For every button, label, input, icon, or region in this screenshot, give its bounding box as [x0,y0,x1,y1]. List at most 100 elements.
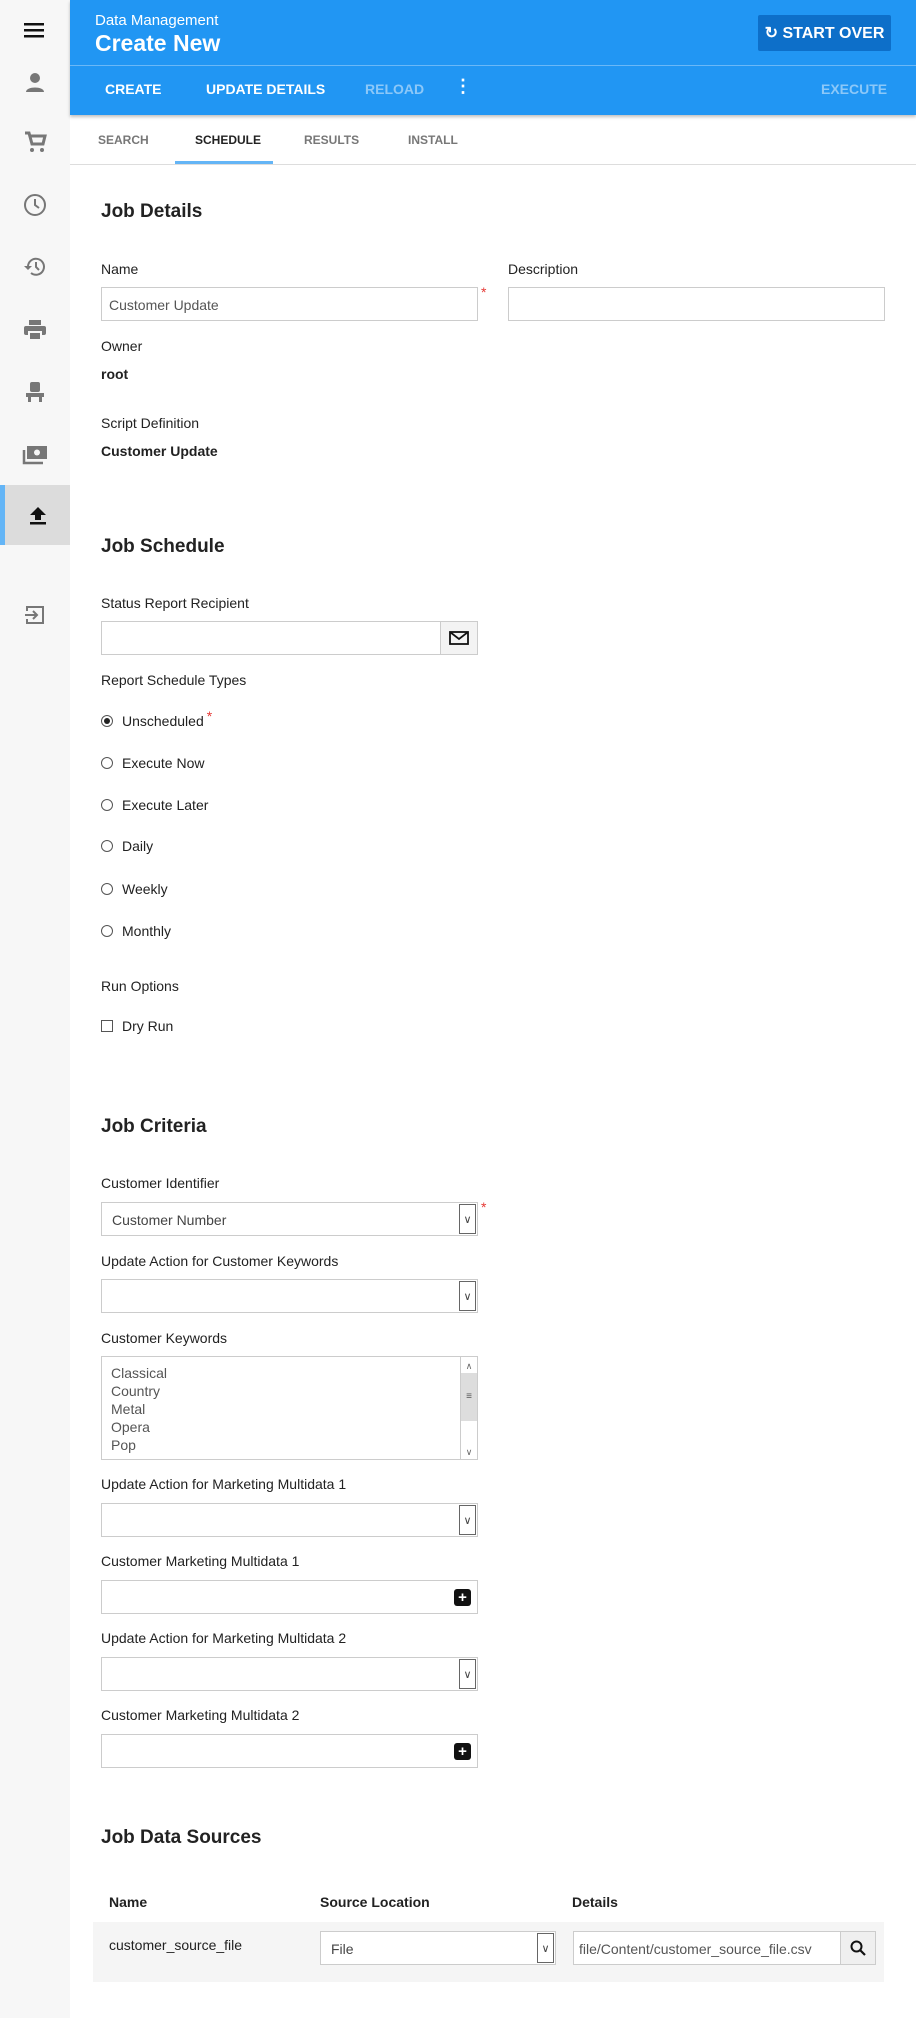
schedule-types-label: Report Schedule Types [101,672,247,688]
list-item[interactable]: Classical [111,1364,468,1382]
select-value: Customer Number [112,1212,227,1228]
radio-icon [101,799,113,811]
scroll-up-icon[interactable]: ∧ [461,1357,477,1373]
radio-icon [101,840,113,852]
owner-value: root [101,366,129,382]
column-header: Name [109,1894,148,1910]
history-icon[interactable] [0,237,70,297]
radio-label: Unscheduled [122,713,204,729]
required-marker: * [481,1199,487,1215]
app-header: Data Management Create New ↻ START OVER … [70,0,916,115]
section-title: Job Criteria [101,1116,207,1137]
update-details-button[interactable]: UPDATE DETAILS [206,81,325,97]
description-label: Description [508,261,579,277]
radio-execute-now[interactable]: Execute Now [101,755,204,771]
mm1-input[interactable]: + [101,1580,478,1614]
mm2-input[interactable]: + [101,1734,478,1768]
list-item[interactable]: Metal [111,1400,468,1418]
list-item[interactable]: Pop [111,1436,468,1454]
list-item[interactable]: Opera [111,1418,468,1436]
source-name: customer_source_file [109,1937,243,1953]
list-item[interactable]: Country [111,1382,468,1400]
sidebar [0,0,70,2018]
select-value: File [331,1941,354,1957]
tab-bar: SEARCH SCHEDULE RESULTS INSTALL [70,115,916,165]
keywords-listbox[interactable]: Classical Country Metal Opera Pop ∧ ≡ ∨ [101,1356,478,1460]
script-definition-label: Script Definition [101,415,200,431]
radio-icon [101,757,113,769]
tab-results[interactable]: RESULTS [304,133,359,147]
kw-action-select[interactable]: ∨ [101,1279,478,1313]
radio-label: Daily [122,838,154,854]
mm2-action-label: Update Action for Marketing Multidata 2 [101,1630,347,1646]
owner-label: Owner [101,338,143,354]
radio-daily[interactable]: Daily [101,838,153,854]
radio-monthly[interactable]: Monthly [101,923,171,939]
tab-schedule[interactable]: SCHEDULE [195,133,261,147]
mm1-label: Customer Marketing Multidata 1 [101,1553,300,1569]
add-icon[interactable]: + [454,1743,471,1760]
script-definition-value: Customer Update [101,443,218,459]
more-vert-icon[interactable]: ⋮ [454,76,472,97]
radio-unscheduled[interactable]: Unscheduled * [101,708,212,729]
active-tab-indicator [175,161,273,164]
identifier-label: Customer Identifier [101,1175,220,1191]
print-icon[interactable] [0,300,70,360]
radio-icon [101,883,113,895]
radio-label: Execute Now [122,755,205,771]
mm2-action-select[interactable]: ∨ [101,1657,478,1691]
radio-label: Weekly [122,881,168,897]
search-icon[interactable] [840,1931,876,1965]
menu-icon[interactable] [0,0,70,60]
scrollbar[interactable]: ∧ ≡ ∨ [460,1357,477,1459]
column-header: Source Location [320,1894,430,1910]
upload-icon[interactable] [0,485,70,545]
dry-run-checkbox[interactable]: Dry Run [101,1018,173,1034]
run-options-label: Run Options [101,978,179,994]
divider [70,65,916,66]
mail-icon[interactable] [440,621,478,655]
kw-action-label: Update Action for Customer Keywords [101,1253,339,1269]
table-row: customer_source_file File ∨ file/Content/… [93,1922,884,1982]
refresh-icon: ↻ [764,25,783,42]
keywords-label: Customer Keywords [101,1330,228,1346]
radio-execute-later[interactable]: Execute Later [101,797,208,813]
chevron-down-icon: ∨ [459,1281,476,1311]
details-input[interactable]: file/Content/customer_source_file.csv [573,1931,841,1965]
money-icon[interactable] [0,425,70,485]
logout-icon[interactable] [0,585,70,645]
radio-label: Monthly [122,923,172,939]
description-input[interactable] [508,287,885,321]
start-over-button[interactable]: ↻ START OVER [758,15,891,51]
section-title: Job Schedule [101,536,225,557]
seat-icon[interactable] [0,362,70,422]
scroll-down-icon[interactable]: ∨ [461,1443,477,1459]
radio-icon [101,925,113,937]
execute-button[interactable]: EXECUTE [821,81,887,97]
column-header: Details [572,1894,618,1910]
add-icon[interactable]: + [454,1589,471,1606]
start-over-label: START OVER [782,25,885,42]
chevron-down-icon: ∨ [537,1933,554,1963]
checkbox-icon [101,1020,113,1032]
tab-install[interactable]: INSTALL [408,133,458,147]
radio-weekly[interactable]: Weekly [101,881,168,897]
chevron-down-icon: ∨ [459,1505,476,1535]
chevron-down-icon: ∨ [459,1204,476,1234]
section-title: Job Data Sources [101,1827,262,1848]
required-marker: * [206,708,213,724]
tab-search[interactable]: SEARCH [98,133,149,147]
create-button[interactable]: CREATE [105,81,162,97]
clock-icon[interactable] [0,175,70,235]
reload-button[interactable]: RELOAD [365,81,424,97]
source-location-select[interactable]: File ∨ [320,1931,556,1965]
cart-icon[interactable] [0,112,70,172]
identifier-select[interactable]: Customer Number ∨ [101,1202,478,1236]
mm1-action-select[interactable]: ∨ [101,1503,478,1537]
name-input[interactable]: Customer Update [101,287,478,321]
mm2-label: Customer Marketing Multidata 2 [101,1707,300,1723]
section-title: Job Details [101,201,203,222]
scroll-thumb[interactable]: ≡ [461,1373,477,1421]
person-icon[interactable] [0,52,70,112]
recipient-input[interactable] [101,621,441,655]
